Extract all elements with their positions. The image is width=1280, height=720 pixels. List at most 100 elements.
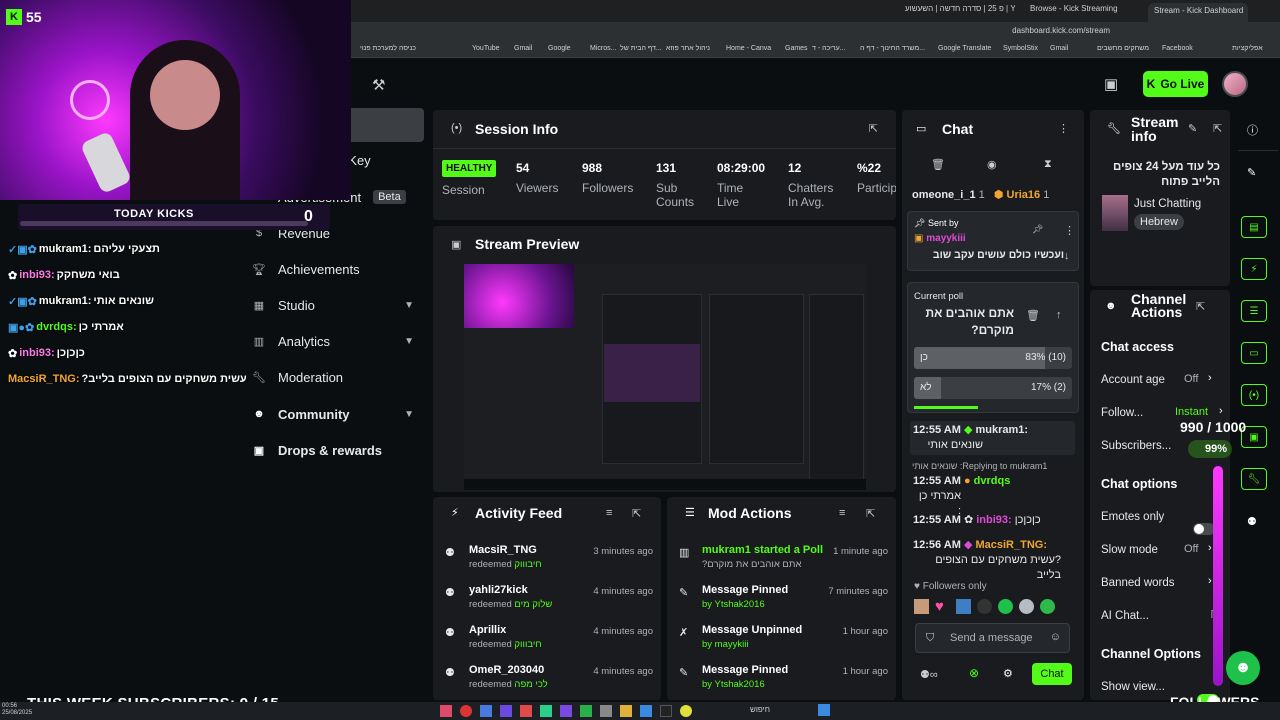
tab-browse-kick[interactable]: Browse - Kick Streaming xyxy=(1030,4,1130,20)
message-icon[interactable]: ◉ xyxy=(987,158,997,171)
app-icon[interactable] xyxy=(440,705,452,717)
stream-preview-video[interactable] xyxy=(464,264,866,490)
gavel-icon[interactable]: ⚒ xyxy=(372,76,385,94)
more-vertical-icon[interactable]: ⋮ xyxy=(1064,224,1075,237)
arrow-up-icon[interactable]: ↑ xyxy=(1056,309,1062,321)
chat-message[interactable]: 12:55 AM ✿ inbi93: כןכןכן xyxy=(913,513,1078,528)
expand-icon[interactable]: ⇱ xyxy=(1213,122,1222,135)
trash-icon[interactable]: 🗑︎ xyxy=(931,158,945,171)
slow-mode-row[interactable]: Slow mode Off › xyxy=(1101,542,1220,556)
app-icon[interactable] xyxy=(460,705,472,717)
bookmark[interactable]: Facebook xyxy=(1162,45,1193,52)
chat-message[interactable]: 12:56 AM ◆ MacsiR_TNG: ?עשית משחקים עם הצ… xyxy=(913,538,1078,583)
more-vertical-icon[interactable]: ⋮ xyxy=(1058,122,1069,135)
hourglass-icon[interactable]: ⧗ xyxy=(1044,158,1052,171)
rail-list-button[interactable]: ☰ xyxy=(1241,300,1267,322)
rail-chat-button[interactable]: ▤ xyxy=(1241,216,1267,238)
bookmark[interactable]: SymbolStix xyxy=(1003,45,1038,52)
chat-user[interactable]: MacsiR_TNG: xyxy=(975,539,1047,551)
sidebar-item-moderation[interactable]: 🔧︎ Moderation xyxy=(252,364,422,390)
bookmark[interactable]: משחקים מחשבים xyxy=(1097,45,1149,52)
app-icon[interactable] xyxy=(540,705,552,717)
emote[interactable] xyxy=(1019,599,1034,614)
bookmark[interactable]: Home - Canva xyxy=(726,45,771,52)
taskbar-search[interactable]: חיפוש xyxy=(750,705,770,714)
app-icon[interactable] xyxy=(520,705,532,717)
sidebar-item-analytics[interactable]: ▥ Analytics ▼ xyxy=(252,328,422,354)
rail-message-button[interactable]: ▭ xyxy=(1241,342,1267,364)
poll-option[interactable]: לא 17% (2) xyxy=(914,377,1072,399)
app-icon[interactable] xyxy=(480,705,492,717)
bookmark[interactable]: YouTube xyxy=(472,45,500,52)
kick-icon[interactable]: ⊗ xyxy=(969,666,979,680)
bookmark[interactable]: אפליקציות xyxy=(1232,45,1263,52)
app-icon[interactable] xyxy=(640,705,652,717)
bookmark[interactable]: Gmail xyxy=(1050,45,1068,52)
emote[interactable] xyxy=(956,599,971,614)
bookmark[interactable]: Micros... xyxy=(590,45,616,52)
sidebar-item-community[interactable]: ☻ Community ▼ xyxy=(252,401,422,427)
top-user[interactable]: omeone_i_1 xyxy=(912,189,976,201)
app-icon[interactable] xyxy=(580,705,592,717)
sidebar-item-achievements[interactable]: 🏆︎ Achievements xyxy=(252,256,422,282)
chat-user[interactable]: mukram1: xyxy=(975,424,1028,436)
emotes-only-toggle[interactable] xyxy=(1193,523,1215,535)
emote[interactable] xyxy=(998,599,1013,614)
arrow-down-icon[interactable]: ↓ xyxy=(1064,250,1070,262)
emoji-icon[interactable]: ☺ xyxy=(1050,631,1061,643)
expand-icon[interactable]: ⇱ xyxy=(1196,300,1205,313)
bookmark[interactable]: ניהול אתר פוזא xyxy=(666,45,710,52)
tab-youtube[interactable]: פ 25 | סדרה חדשה | השעשוע | YouTube xyxy=(905,4,1015,20)
follow-row[interactable]: Follow... Instant › xyxy=(1101,405,1223,419)
windows-start-icon[interactable] xyxy=(818,704,830,716)
sidebar-item-studio[interactable]: ▦ Studio ▼ xyxy=(252,292,422,318)
top-user[interactable]: Uria16 xyxy=(1007,189,1041,201)
emote[interactable] xyxy=(914,599,929,614)
community-icon[interactable]: ⚉ xyxy=(1247,515,1257,528)
chat-user[interactable]: dvrdqs xyxy=(974,475,1011,487)
bookmark[interactable]: Gmail xyxy=(514,45,532,52)
chat-input[interactable]: ⛉ Send a message ☺ xyxy=(915,623,1070,653)
bookmark[interactable]: דף הבית של... xyxy=(620,45,662,52)
tab-kick-dashboard[interactable]: Stream - Kick Dashboard xyxy=(1148,3,1248,22)
gear-icon[interactable]: ⚙ xyxy=(1003,667,1013,680)
bookmark[interactable]: Google Translate xyxy=(938,45,991,52)
expand-icon[interactable]: ⇱ xyxy=(869,122,878,135)
account-age-row[interactable]: Account age Off › xyxy=(1101,372,1220,386)
filter-icon[interactable]: ≡ xyxy=(839,507,845,519)
emote[interactable] xyxy=(977,599,992,614)
trash-icon[interactable]: 🗑︎ xyxy=(1026,309,1040,322)
ai-chat-row[interactable]: AI Chat...⇱ xyxy=(1101,608,1220,622)
info-icon[interactable]: ⓘ xyxy=(1247,122,1258,138)
bookmark[interactable]: Google xyxy=(548,45,571,52)
app-icon[interactable] xyxy=(620,705,632,717)
app-icon[interactable] xyxy=(500,705,512,717)
chat-user[interactable]: inbi93: xyxy=(976,514,1011,526)
url-text[interactable]: dashboard.kick.com/stream xyxy=(1012,26,1110,35)
bookmark[interactable]: Games xyxy=(785,45,808,52)
expand-icon[interactable]: ⇱ xyxy=(866,507,875,520)
rail-wrench-button[interactable]: 🔧︎ xyxy=(1241,468,1267,490)
app-icon[interactable] xyxy=(660,705,672,717)
pen-icon[interactable]: ✎ xyxy=(1247,166,1256,179)
pinned-user[interactable]: mayykiii xyxy=(926,233,965,244)
avatar[interactable] xyxy=(1222,71,1248,97)
bookmark[interactable]: משרד החינוך - דף ה... xyxy=(860,45,925,52)
rail-stream-button[interactable]: (•) xyxy=(1241,384,1267,406)
chat-message[interactable]: 12:55 AM ◆ mukram1: שונאים אותי xyxy=(910,421,1075,455)
app-icon[interactable] xyxy=(560,705,572,717)
expand-icon[interactable]: ⇱ xyxy=(632,507,641,520)
sidebar-item-drops[interactable]: ▣ Drops & rewards xyxy=(252,437,422,463)
emote-heart-icon[interactable]: ♥ xyxy=(935,599,950,614)
banned-words-row[interactable]: Banned words › xyxy=(1101,575,1220,589)
community-icon[interactable]: ⚉∞ xyxy=(920,668,938,681)
app-icon[interactable] xyxy=(600,705,612,717)
emote[interactable] xyxy=(1040,599,1055,614)
app-icon[interactable] xyxy=(680,705,692,717)
send-chat-button[interactable]: Chat xyxy=(1032,663,1072,685)
poll-option[interactable]: כן 83% (10) xyxy=(914,347,1072,369)
rail-activity-button[interactable]: ⚡︎ xyxy=(1241,258,1267,280)
broadcast-icon[interactable]: ▣ xyxy=(1104,75,1118,93)
bookmark[interactable]: כניסה למערכת פנוי xyxy=(360,45,416,52)
bookmark[interactable]: עריכה - ד... xyxy=(812,45,846,52)
